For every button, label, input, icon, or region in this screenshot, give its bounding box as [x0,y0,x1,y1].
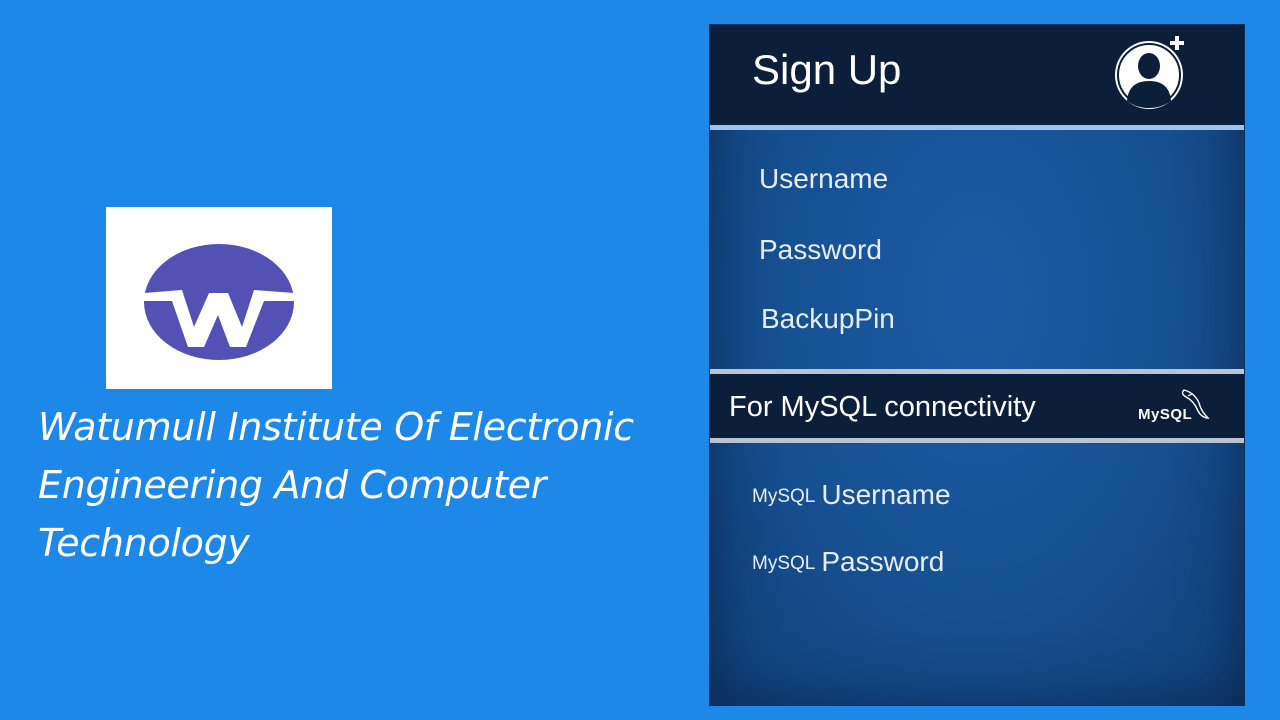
mysql-field-password[interactable]: MySQL Password [752,545,944,581]
field-label: BackupPin [761,303,895,334]
mysql-logo: MySQL [1136,388,1212,426]
field-label: Username [821,479,951,510]
signup-header: Sign Up [710,25,1244,130]
mysql-logo-text: MySQL [1138,406,1193,423]
signup-field-backuppin[interactable]: BackupPin [761,302,895,336]
signup-panel: Sign Up Username Password BackupPin For … [709,24,1245,706]
signup-field-password[interactable]: Password [759,233,882,267]
mysql-prefix: MySQL [752,553,816,574]
mysql-field-username[interactable]: MySQL Username [752,478,951,514]
mysql-section-title: For MySQL connectivity [729,391,1036,423]
mysql-section-header: For MySQL connectivity MySQL [710,369,1244,443]
mysql-prefix: MySQL [752,486,816,507]
institute-logo [106,207,332,389]
field-label: Password [821,546,945,577]
institute-name: Watumull Institute Of Electronic Enginee… [38,405,634,565]
signup-title: Sign Up [752,46,902,93]
signup-field-username[interactable]: Username [759,162,888,196]
add-user-icon[interactable] [1114,35,1190,111]
field-label: Username [759,163,889,194]
field-label: Password [759,234,882,265]
watumull-w-logo-icon [144,244,294,360]
